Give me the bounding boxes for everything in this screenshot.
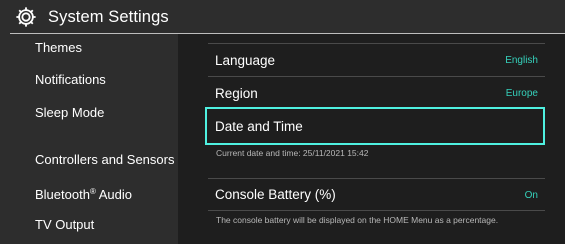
sidebar-item-label: Bluetooth — [35, 187, 90, 202]
divider — [208, 178, 545, 179]
divider — [208, 76, 545, 77]
sidebar — [0, 34, 178, 244]
header-bar: System Settings — [0, 0, 565, 33]
sidebar-item-themes[interactable]: Themes — [35, 40, 82, 56]
sidebar-item-label-suffix: Audio — [95, 187, 132, 202]
setting-value: Europe — [505, 88, 538, 99]
divider — [208, 43, 545, 44]
sidebar-item-sleep-mode[interactable]: Sleep Mode — [35, 105, 104, 121]
setting-description: Current date and time: 25/11/2021 15:42 — [216, 148, 369, 158]
divider — [208, 210, 545, 211]
setting-label: Language — [215, 53, 276, 68]
sidebar-item-controllers-and-sensors[interactable]: Controllers and Sensors — [35, 152, 174, 168]
setting-label: Region — [215, 86, 258, 101]
page-title: System Settings — [48, 8, 169, 26]
setting-value: On — [524, 190, 538, 201]
setting-description: The console battery will be displayed on… — [216, 215, 499, 225]
sidebar-item-tv-output[interactable]: TV Output — [35, 217, 94, 233]
setting-value: English — [505, 55, 538, 66]
sidebar-item-notifications[interactable]: Notifications — [35, 72, 106, 88]
setting-label: Console Battery (%) — [215, 187, 336, 202]
setting-label: Date and Time — [215, 119, 303, 134]
gear-icon — [16, 7, 36, 27]
sidebar-item-bluetooth-audio[interactable]: Bluetooth® Audio — [35, 184, 132, 203]
